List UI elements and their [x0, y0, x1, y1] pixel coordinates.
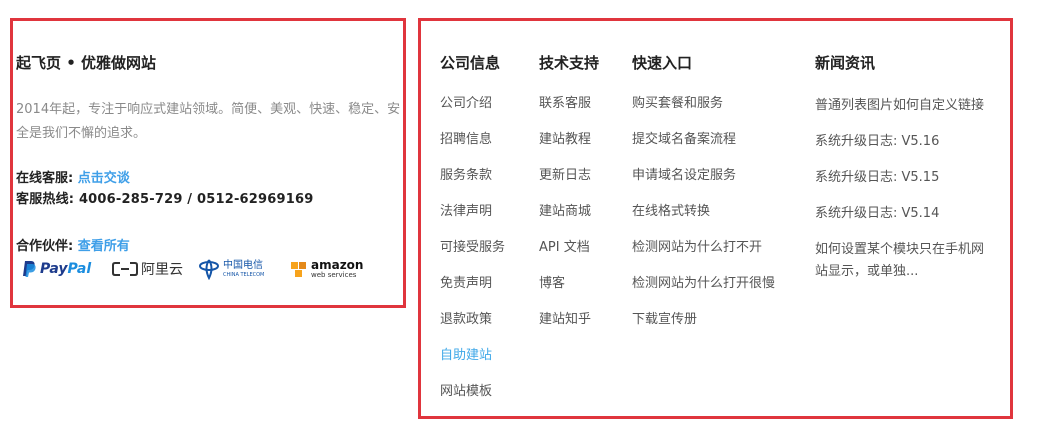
china-telecom-text: 中国电信	[223, 259, 263, 271]
news-item[interactable]: 系统升级日志: V5.16	[815, 131, 995, 153]
paypal-icon	[23, 261, 36, 277]
tech-support-heading: 技术支持	[539, 54, 600, 72]
footer-link[interactable]: 提交域名备案流程	[632, 131, 775, 167]
china-telecom-subtext: CHINA TELECOM	[223, 271, 265, 278]
footer-link[interactable]: 检测网站为什么打不开	[632, 239, 775, 275]
news-item[interactable]: 普通列表图片如何自定义链接	[815, 95, 995, 117]
company-intro: 2014年起，专注于响应式建站领域。简便、美观、快速、稳定、安全是我们不懈的追求…	[16, 102, 401, 141]
view-all-partners-link[interactable]: 查看所有	[78, 239, 130, 254]
footer-link[interactable]: 网站模板	[440, 383, 505, 419]
aws-cubes-icon	[291, 262, 306, 277]
paypal-text-b: Pal	[67, 261, 92, 277]
aliyun-text: 阿里云	[141, 262, 183, 278]
footer-link[interactable]: 招聘信息	[440, 131, 505, 167]
footer-link[interactable]: 购买套餐和服务	[632, 95, 775, 131]
footer-link[interactable]: 公司介绍	[440, 95, 505, 131]
footer-link[interactable]: 退款政策	[440, 311, 505, 347]
news-item[interactable]: 系统升级日志: V5.15	[815, 167, 995, 189]
hotline-row: 客服热线: 4006-285-729 / 0512-62969169	[16, 188, 314, 207]
quick-links-list: 购买套餐和服务 提交域名备案流程 申请域名设定服务 在线格式转换 检测网站为什么打不开检…	[632, 95, 775, 347]
footer-link[interactable]: 在线格式转换	[632, 203, 775, 239]
chat-link[interactable]: 点击交谈	[78, 171, 130, 186]
hotline-value: 4006-285-729 / 0512-62969169	[78, 192, 314, 207]
footer-link[interactable]: 建站知乎	[539, 311, 591, 347]
partners-row: 合作伙伴: 查看所有	[16, 235, 130, 254]
china-telecom-icon	[199, 259, 219, 280]
tech-support-list: 联系客服 建站教程 更新日志 建站商城 API 文档 博客 建站知乎	[539, 95, 591, 347]
company-info-heading: 公司信息	[440, 54, 501, 72]
footer-link[interactable]: 检测网站为什么打开很慢	[632, 275, 775, 311]
amazon-web-services-logo[interactable]: amazon web services	[288, 256, 363, 282]
brand-title: 起飞页 • 优雅做网站	[16, 54, 157, 72]
amazon-text: amazon	[311, 258, 364, 272]
news-heading: 新闻资讯	[815, 54, 876, 72]
footer-link[interactable]: 博客	[539, 275, 591, 311]
online-service-label: 在线客服:	[16, 171, 74, 186]
footer-link[interactable]: 免责声明	[440, 275, 505, 311]
hotline-label: 客服热线:	[16, 192, 75, 207]
online-service-row: 在线客服: 点击交谈	[16, 167, 130, 186]
footer-link[interactable]: API 文档	[539, 239, 591, 275]
footer-link[interactable]: 更新日志	[539, 167, 591, 203]
footer-link[interactable]: 法律声明	[440, 203, 505, 239]
footer-link[interactable]: 服务条款	[440, 167, 505, 203]
china-telecom-logo[interactable]: 中国电信 CHINA TELECOM	[198, 256, 264, 282]
footer-link[interactable]: 建站商城	[539, 203, 591, 239]
footer-link[interactable]: 申请域名设定服务	[632, 167, 775, 203]
partners-label: 合作伙伴:	[16, 239, 74, 254]
footer-link[interactable]: 可接受服务	[440, 239, 505, 275]
aliyun-logo[interactable]: 阿里云	[112, 256, 183, 282]
footer-link[interactable]: 自助建站	[440, 347, 505, 383]
aliyun-icon	[112, 262, 138, 276]
paypal-logo[interactable]: PayPal	[22, 256, 91, 282]
company-info-list: 公司介绍 招聘信息 服务条款 法律声明 可接受服务 免责声明 退款政策 自助建站 网站模板	[440, 95, 505, 419]
footer-link[interactable]: 建站教程	[539, 131, 591, 167]
partner-logos: PayPal 阿里云 中国电信 CHINA TELECOM amazon web…	[22, 256, 363, 282]
amazon-subtext: web services	[311, 271, 357, 279]
footer-link[interactable]: 下载宣传册	[632, 311, 775, 347]
news-list: 普通列表图片如何自定义链接 系统升级日志: V5.16 系统升级日志: V5.15 系…	[815, 95, 995, 297]
paypal-text-a: Pay	[40, 261, 68, 277]
footer-link[interactable]: 联系客服	[539, 95, 591, 131]
news-item[interactable]: 系统升级日志: V5.14	[815, 203, 995, 225]
news-item[interactable]: 如何设置某个模块只在手机网站显示，或单独...	[815, 239, 995, 283]
quick-links-heading: 快速入口	[632, 54, 693, 72]
